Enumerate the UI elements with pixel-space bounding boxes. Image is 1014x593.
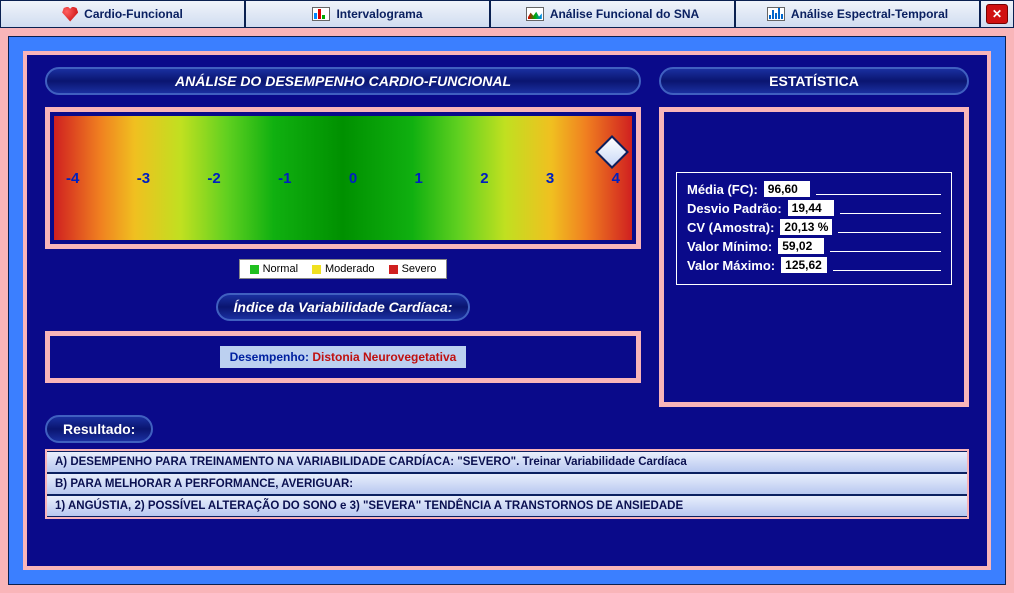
legend-moderate: Moderado [312,263,375,275]
line-chart-icon [526,7,544,21]
result-header: Resultado: [45,415,153,443]
scale-tick: 0 [349,170,357,187]
legend-severe: Severo [389,263,437,275]
scale-tick: 4 [612,170,620,187]
stat-min: Valor Mínimo: 59,02 [687,238,941,254]
stat-value: 19,44 [788,200,834,216]
gradient-scale: -4 -3 -2 -1 0 1 2 3 4 [54,116,632,240]
stat-cv: CV (Amostra): 20,13 % [687,219,941,235]
legend-normal: Normal [250,263,298,275]
top-tab-bar: Cardio-Funcional Intervalograma Análise … [0,0,1014,28]
heart-icon [62,7,78,22]
close-button[interactable] [981,1,1013,27]
tab-cardio-funcional[interactable]: Cardio-Funcional [1,1,246,27]
performance-panel: Desempenho: Distonia Neurovegetativa [45,331,641,383]
scale-tick: -1 [278,170,291,187]
scale-tick: 2 [480,170,488,187]
scale-tick: 3 [546,170,554,187]
legend: Normal Moderado Severo [239,259,448,279]
scale-tick: -4 [66,170,79,187]
outer-frame: ANÁLISE DO DESEMPENHO CARDIO-FUNCIONAL -… [0,28,1014,593]
stat-value: 125,62 [781,257,827,273]
tab-analise-sna[interactable]: Análise Funcional do SNA [491,1,736,27]
performance-scale-panel: -4 -3 -2 -1 0 1 2 3 4 [45,107,641,249]
result-item: B) PARA MELHORAR A PERFORMANCE, AVERIGUA… [47,473,967,495]
bar-chart-icon [312,7,330,21]
tab-label: Cardio-Funcional [84,7,183,21]
stat-value: 20,13 % [780,219,832,235]
result-item: A) DESEMPENHO PARA TREINAMENTO NA VARIAB… [47,451,967,473]
hrv-index-header: Índice da Variabilidade Cardíaca: [216,293,471,321]
result-item: 1) ANGÚSTIA, 2) POSSÍVEL ALTERAÇÃO DO SO… [47,495,967,517]
content-frame: ANÁLISE DO DESEMPENHO CARDIO-FUNCIONAL -… [23,51,991,570]
tab-label: Análise Espectral-Temporal [791,7,948,21]
stat-value: 96,60 [764,181,810,197]
tab-intervalograma[interactable]: Intervalograma [246,1,491,27]
result-list: A) DESEMPENHO PARA TREINAMENTO NA VARIAB… [45,449,969,519]
spectrum-icon [767,7,785,21]
stat-value: 59,02 [778,238,824,254]
close-icon [986,4,1008,24]
stats-panel: Média (FC): 96,60 Desvio Padrão: 19,44 C… [659,107,969,407]
scale-tick: -3 [137,170,150,187]
stat-media: Média (FC): 96,60 [687,181,941,197]
stats-header: ESTATÍSTICA [659,67,969,95]
tab-label: Análise Funcional do SNA [550,7,699,21]
scale-tick: -2 [207,170,220,187]
analysis-header: ANÁLISE DO DESEMPENHO CARDIO-FUNCIONAL [45,67,641,95]
tab-label: Intervalograma [336,7,422,21]
performance-value: Desempenho: Distonia Neurovegetativa [220,346,467,368]
scale-marker-icon [595,135,629,169]
stat-max: Valor Máximo: 125,62 [687,257,941,273]
tab-analise-espectral[interactable]: Análise Espectral-Temporal [736,1,981,27]
mid-frame: ANÁLISE DO DESEMPENHO CARDIO-FUNCIONAL -… [8,36,1006,585]
stat-desvio: Desvio Padrão: 19,44 [687,200,941,216]
scale-tick: 1 [415,170,423,187]
